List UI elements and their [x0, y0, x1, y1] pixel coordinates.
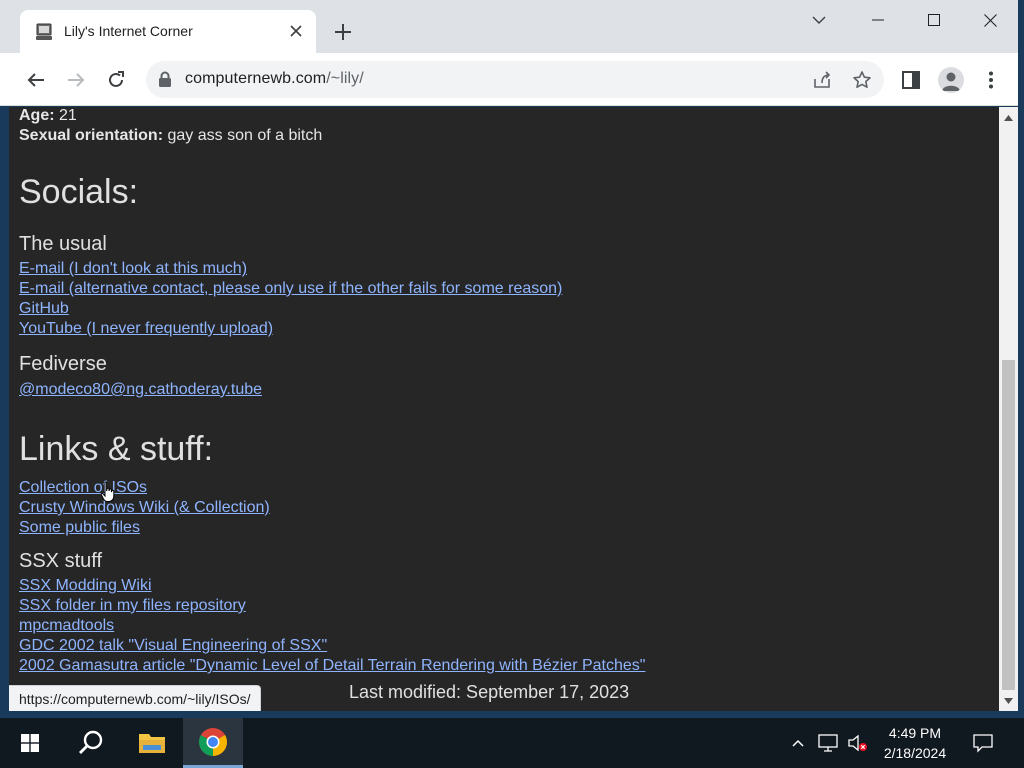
fediverse-link[interactable]: @modeco80@ng.cathoderay.tube — [19, 381, 262, 399]
side-panel-icon[interactable] — [896, 65, 926, 95]
socials-heading: Socials: — [19, 173, 139, 211]
github-link[interactable]: GitHub — [19, 300, 69, 318]
page-viewport: Age: 21 Sexual orientation: gay ass son … — [9, 107, 999, 711]
hand-cursor-icon — [100, 481, 118, 503]
scroll-up-icon[interactable] — [999, 109, 1018, 126]
email-alt-link[interactable]: E-mail (alternative contact, please only… — [19, 280, 562, 298]
age-line: Age: 21 — [19, 107, 77, 125]
show-hidden-icons-icon[interactable] — [788, 733, 808, 753]
forward-arrow-icon[interactable] — [61, 65, 91, 95]
mpcmadtools-link[interactable]: mpcmadtools — [19, 617, 114, 635]
links-heading: Links & stuff: — [19, 430, 214, 468]
orientation-value: gay ass son of a bitch — [167, 127, 323, 144]
gamasutra-link[interactable]: 2002 Gamasutra article "Dynamic Level of… — [19, 657, 645, 675]
browser-toolbar: computernewb.com/~lily/ — [0, 53, 1024, 106]
start-button[interactable] — [0, 718, 60, 768]
reload-icon[interactable] — [101, 65, 131, 95]
age-value: 21 — [59, 107, 77, 124]
profile-icon[interactable] — [936, 65, 966, 95]
usual-heading: The usual — [19, 233, 107, 255]
notification-icon[interactable] — [973, 733, 993, 753]
last-modified: Last modified: September 17, 2023 — [349, 682, 630, 702]
crusty-windows-link[interactable]: Crusty Windows Wiki (& Collection) — [19, 499, 270, 517]
age-label: Age: — [19, 107, 55, 124]
close-window-icon[interactable] — [962, 0, 1019, 40]
orientation-label: Sexual orientation: — [19, 127, 164, 144]
clock-time: 4:49 PM — [888, 725, 942, 741]
chrome-taskbar-icon[interactable] — [183, 718, 243, 768]
new-tab-button[interactable] — [330, 19, 356, 45]
public-files-link[interactable]: Some public files — [19, 519, 140, 537]
email-link[interactable]: E-mail (I don't look at this much) — [19, 260, 247, 278]
ssx-folder-link[interactable]: SSX folder in my files repository — [19, 597, 246, 615]
tab-close-icon[interactable] — [286, 21, 306, 41]
tab-title: Lily's Internet Corner — [64, 23, 193, 39]
youtube-link[interactable]: YouTube (I never frequently upload) — [19, 320, 273, 338]
computer-icon — [34, 22, 54, 42]
tab-search-icon[interactable] — [790, 0, 847, 40]
minimize-icon[interactable] — [849, 0, 906, 40]
star-icon[interactable] — [849, 67, 875, 93]
window-edge — [1018, 0, 1024, 711]
lock-icon[interactable] — [158, 71, 174, 89]
share-icon[interactable] — [809, 67, 835, 93]
address-bar[interactable]: computernewb.com/~lily/ — [146, 61, 884, 98]
ssx-heading: SSX stuff — [19, 550, 103, 572]
scrollbar-thumb[interactable] — [1002, 360, 1015, 690]
gdc-talk-link[interactable]: GDC 2002 talk "Visual Engineering of SSX… — [19, 637, 327, 655]
maximize-icon[interactable] — [905, 0, 962, 40]
ssx-wiki-link[interactable]: SSX Modding Wiki — [19, 577, 152, 595]
back-arrow-icon[interactable] — [21, 65, 51, 95]
orientation-line: Sexual orientation: gay ass son of a bit… — [19, 127, 322, 145]
volume-muted-icon[interactable] — [848, 733, 868, 753]
url-text: computernewb.com/~lily/ — [185, 70, 364, 88]
url-domain: computernewb.com — [185, 70, 327, 87]
clock-date: 2/18/2024 — [883, 745, 947, 761]
fediverse-heading: Fediverse — [19, 353, 107, 375]
status-url-bubble: https://computernewb.com/~lily/ISOs/ — [9, 685, 262, 711]
kebab-menu-icon[interactable] — [976, 65, 1006, 95]
iso-collection-link[interactable]: Collection of ISOs — [19, 479, 147, 497]
vertical-scrollbar[interactable] — [999, 107, 1018, 711]
tab-lilys-internet-corner[interactable]: Lily's Internet Corner — [20, 10, 316, 53]
url-path: /~lily/ — [326, 70, 364, 87]
file-explorer-icon[interactable] — [122, 718, 182, 768]
network-icon[interactable] — [818, 733, 838, 753]
browser-titlebar: Lily's Internet Corner — [0, 0, 1024, 53]
scroll-down-icon[interactable] — [999, 692, 1018, 709]
taskbar-clock[interactable]: 4:49 PM 2/18/2024 — [872, 723, 958, 763]
windows-taskbar: 4:49 PM 2/18/2024 — [0, 718, 1024, 768]
search-icon[interactable] — [62, 718, 120, 768]
